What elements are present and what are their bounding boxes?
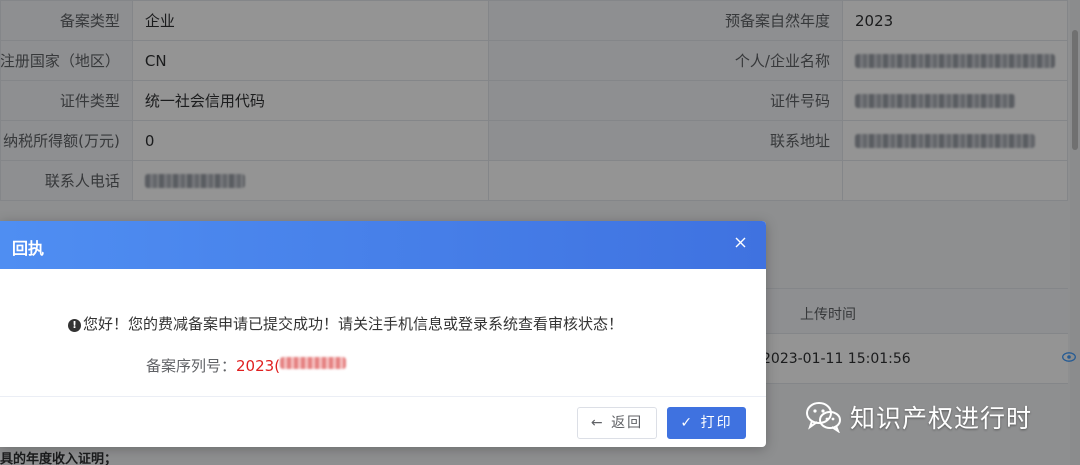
back-button[interactable]: ← 返回 <box>577 407 657 439</box>
close-icon[interactable] <box>735 233 746 253</box>
print-button[interactable]: ✓ 打印 <box>667 407 746 439</box>
success-message: ! 您好！您的费减备案申请已提交成功！请关注手机信息或登录系统查看审核状态！ <box>68 313 623 334</box>
dialog-footer: ← 返回 ✓ 打印 <box>0 397 766 447</box>
serial-value: 2023( <box>236 357 281 375</box>
serial-number: 备案序列号：2023( <box>146 355 347 376</box>
dialog-header: 回执 <box>0 221 766 269</box>
redacted-serial <box>280 357 347 369</box>
exclamation-circle-icon: ! <box>68 319 81 332</box>
watermark: 知识产权进行时 <box>806 397 1032 437</box>
watermark-text: 知识产权进行时 <box>850 404 1033 433</box>
dialog-title: 回执 <box>12 239 45 258</box>
dialog-body: ! 您好！您的费减备案申请已提交成功！请关注手机信息或登录系统查看审核状态！ 备案… <box>0 269 766 397</box>
success-message-text: 您好！您的费减备案申请已提交成功！请关注手机信息或登录系统查看审核状态！ <box>83 315 624 333</box>
serial-label: 备案序列号： <box>146 357 237 375</box>
receipt-dialog: 回执 ! 您好！您的费减备案申请已提交成功！请关注手机信息或登录系统查看审核状态！… <box>0 221 766 447</box>
wechat-logo-icon <box>806 401 842 434</box>
